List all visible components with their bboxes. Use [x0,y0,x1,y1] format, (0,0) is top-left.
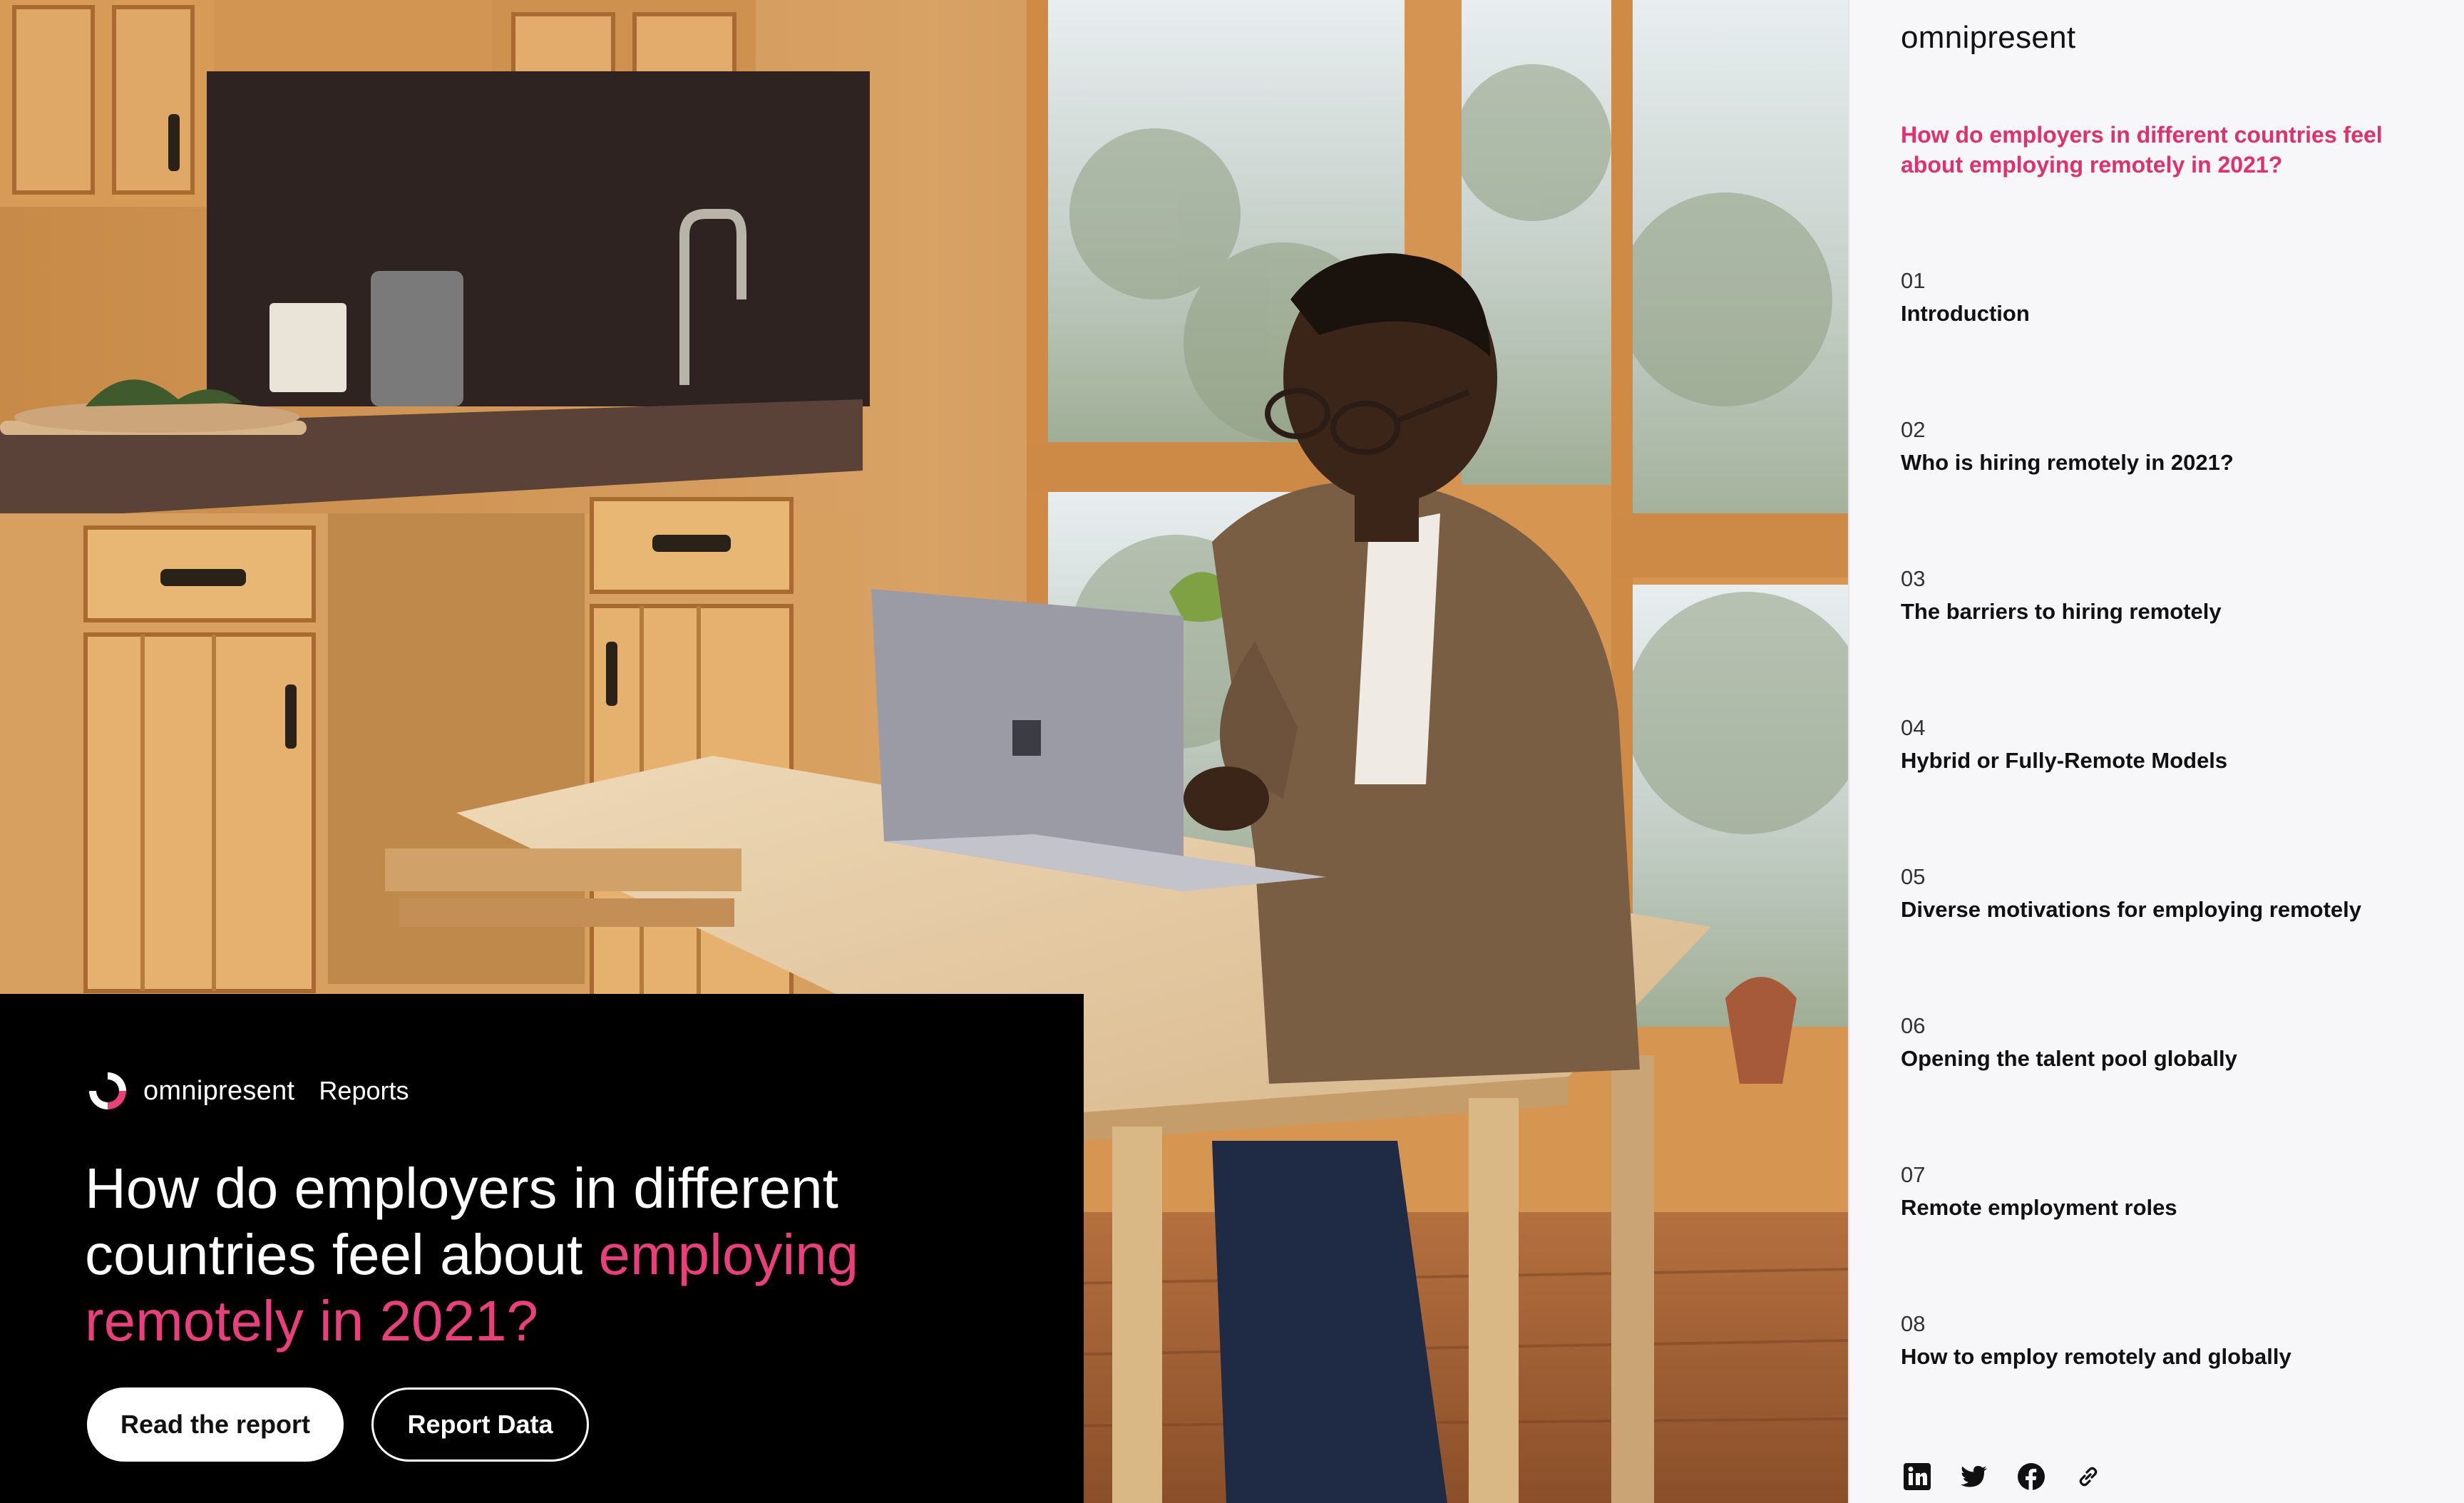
toc-item-introduction[interactable]: 01 Introduction [1901,267,2428,328]
toc-item-hybrid-models[interactable]: 04 Hybrid or Fully-Remote Models [1901,714,2428,775]
link-icon[interactable] [2072,1460,2105,1493]
toc-item-how-to-employ[interactable]: 08 How to employ remotely and globally [1901,1310,2428,1371]
toc-item-number: 06 [1901,1013,1926,1038]
toc-item-title: Hybrid or Fully-Remote Models [1901,748,2228,773]
sidebar-brand[interactable]: omnipresent [1901,20,2075,56]
toc-item-title: Remote employment roles [1901,1195,2177,1220]
toc-item-number: 07 [1901,1162,1926,1187]
report-sidebar: omnipresent How do employers in differen… [1848,0,2464,1503]
hero-brand: omnipresent Reports [85,1068,409,1114]
toc-item-title: The barriers to hiring remotely [1901,599,2222,624]
hero-brand-name[interactable]: omnipresent [143,1076,294,1107]
facebook-icon[interactable] [2015,1460,2048,1493]
toc-item-motivations[interactable]: 05 Diverse motivations for employing rem… [1901,863,2428,924]
toc-item-title: How to employ remotely and globally [1901,1344,2291,1369]
toc-item-number: 02 [1901,417,1926,442]
sidebar-current-report-title[interactable]: How do employers in different countries … [1901,120,2414,180]
toc-item-remote-roles[interactable]: 07 Remote employment roles [1901,1161,2428,1222]
toc-item-title: Opening the talent pool globally [1901,1046,2237,1071]
social-share-bar [1901,1460,2105,1493]
toc-item-who-is-hiring[interactable]: 02 Who is hiring remotely in 2021? [1901,416,2428,477]
report-data-button[interactable]: Report Data [371,1387,589,1462]
toc-item-talent-pool[interactable]: 06 Opening the talent pool globally [1901,1012,2428,1073]
toc-item-number: 05 [1901,864,1926,889]
read-report-button[interactable]: Read the report [87,1387,344,1462]
omnipresent-logo-icon [89,1072,126,1109]
toc-item-title: Introduction [1901,301,2030,326]
toc-item-number: 01 [1901,268,1926,293]
twitter-icon[interactable] [1958,1460,1991,1493]
toc-item-number: 08 [1901,1311,1926,1336]
hero-headline: How do employers in different countries … [85,1155,1040,1354]
toc-item-barriers[interactable]: 03 The barriers to hiring remotely [1901,565,2428,626]
toc-item-number: 03 [1901,566,1926,591]
toc-item-title: Diverse motivations for employing remote… [1901,897,2362,922]
hero-brand-section[interactable]: Reports [319,1076,409,1106]
toc-item-number: 04 [1901,715,1926,740]
linkedin-icon[interactable] [1901,1460,1934,1493]
toc-item-title: Who is hiring remotely in 2021? [1901,450,2234,475]
